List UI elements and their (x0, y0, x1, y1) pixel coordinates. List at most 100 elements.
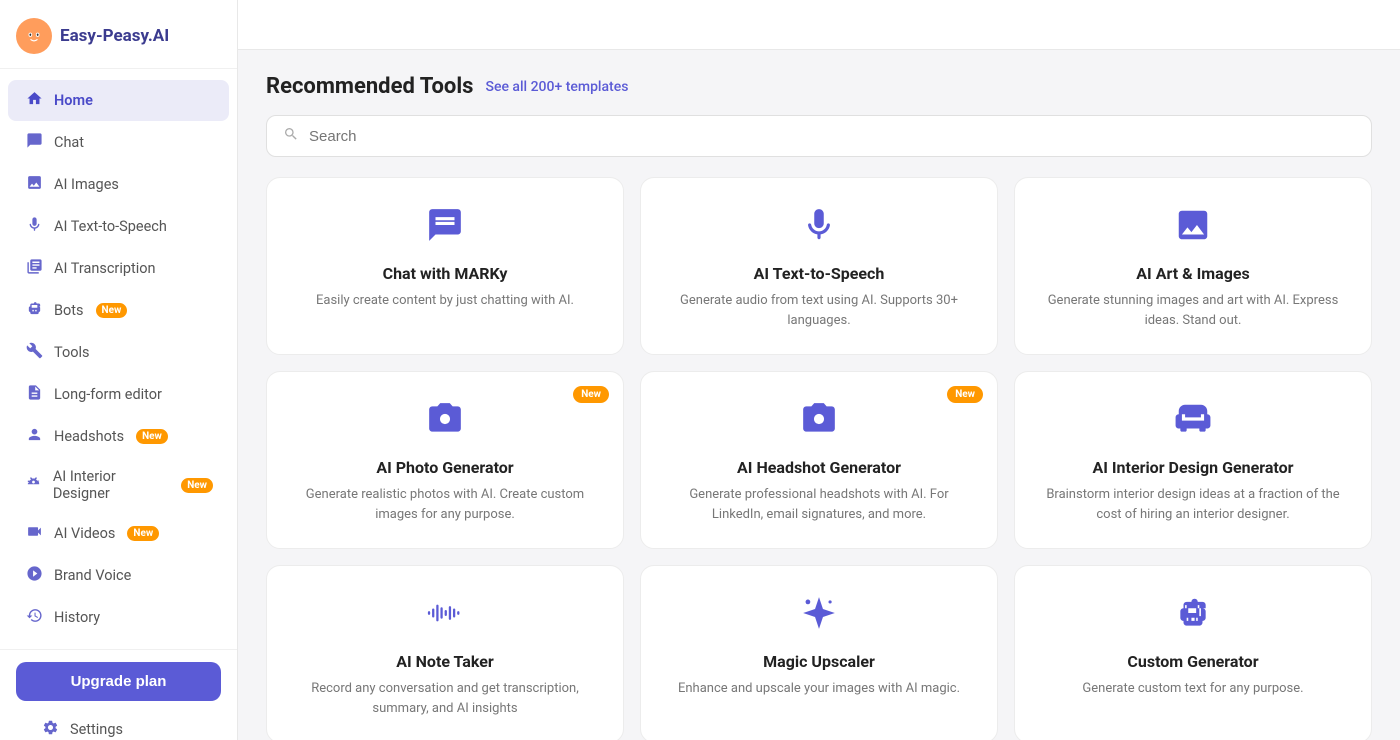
camera-2-icon (800, 400, 838, 446)
sidebar-item-ai-images[interactable]: AI Images (8, 164, 229, 205)
interior-badge: New (181, 478, 213, 493)
search-bar (266, 115, 1372, 157)
sidebar-item-headshots[interactable]: Headshots New (8, 416, 229, 457)
sidebar-item-tools[interactable]: Tools (8, 332, 229, 373)
tool-desc-magic-upscaler: Enhance and upscale your images with AI … (678, 679, 960, 699)
sidebar-label-brand-voice: Brand Voice (54, 567, 131, 584)
home-icon (24, 90, 44, 111)
sidebar-item-ai-videos[interactable]: AI Videos New (8, 513, 229, 554)
sidebar-label-bots: Bots (54, 302, 84, 319)
settings-icon (40, 719, 60, 740)
settings-label: Settings (70, 721, 123, 738)
tool-desc-custom-gen: Generate custom text for any purpose. (1082, 679, 1303, 699)
upgrade-button[interactable]: Upgrade plan (16, 662, 221, 701)
microphone-icon (800, 206, 838, 252)
tool-card-ai-headshot[interactable]: New AI Headshot Generator Generate profe… (640, 371, 998, 549)
tool-card-ai-note[interactable]: AI Note Taker Record any conversation an… (266, 565, 624, 740)
tool-title-ai-note: AI Note Taker (396, 652, 494, 671)
tool-card-custom-gen[interactable]: Custom Generator Generate custom text fo… (1014, 565, 1372, 740)
interior-icon (24, 475, 43, 496)
tool-desc-ai-note: Record any conversation and get transcri… (291, 679, 599, 718)
image-icon (24, 174, 44, 195)
chat-bubble-icon (426, 206, 464, 252)
search-icon (283, 126, 299, 146)
sidebar-item-history[interactable]: History (8, 597, 229, 638)
art-images-icon (1174, 206, 1212, 252)
tool-title-custom-gen: Custom Generator (1127, 652, 1258, 671)
search-input[interactable] (309, 128, 1355, 145)
tool-desc-ai-art: Generate stunning images and art with AI… (1039, 291, 1347, 330)
tool-desc-ai-photo: Generate realistic photos with AI. Creat… (291, 485, 599, 524)
tools-grid: Chat with MARKy Easily create content by… (266, 177, 1372, 740)
tool-title-ai-art: AI Art & Images (1136, 264, 1249, 283)
tool-desc-ai-headshot: Generate professional headshots with AI.… (665, 485, 973, 524)
tool-title-ai-headshot: AI Headshot Generator (737, 458, 901, 477)
main-content: Recommended Tools See all 200+ templates… (238, 0, 1400, 740)
section-title: Recommended Tools (266, 74, 473, 99)
sidebar-item-longform[interactable]: Long-form editor (8, 374, 229, 415)
sidebar-label-ai-images: AI Images (54, 176, 119, 193)
sidebar-label-tools: Tools (54, 344, 90, 361)
sofa-icon (1174, 400, 1212, 446)
sidebar-item-bots[interactable]: Bots New (8, 290, 229, 331)
sidebar-item-ai-tts[interactable]: AI Text-to-Speech (8, 206, 229, 247)
ai-headshot-badge: New (947, 386, 983, 403)
editor-icon (24, 384, 44, 405)
logo-text: Easy-Peasy.AI (60, 26, 169, 46)
bots-badge: New (96, 303, 128, 318)
tools-icon (24, 342, 44, 363)
logo-icon (16, 18, 52, 54)
tool-title-ai-photo: AI Photo Generator (376, 458, 513, 477)
tool-title-ai-tts: AI Text-to-Speech (754, 264, 885, 283)
tool-desc-ai-interior: Brainstorm interior design ideas at a fr… (1039, 485, 1347, 524)
ai-photo-badge: New (573, 386, 609, 403)
sparkles-icon (800, 594, 838, 640)
headshots-badge: New (136, 429, 168, 444)
sidebar-label-ai-transcription: AI Transcription (54, 260, 156, 277)
tool-card-ai-art[interactable]: AI Art & Images Generate stunning images… (1014, 177, 1372, 355)
sidebar-label-history: History (54, 609, 100, 626)
sidebar-item-ai-transcription[interactable]: AI Transcription (8, 248, 229, 289)
chat-icon (24, 132, 44, 153)
sidebar-label-headshots: Headshots (54, 428, 124, 445)
history-icon (24, 607, 44, 628)
brand-icon (24, 565, 44, 586)
sidebar-item-interior[interactable]: AI Interior Designer New (8, 458, 229, 512)
tool-card-ai-photo[interactable]: New AI Photo Generator Generate realisti… (266, 371, 624, 549)
tool-desc-chat-marky: Easily create content by just chatting w… (316, 291, 574, 311)
top-bar (238, 0, 1400, 50)
tool-card-ai-tts[interactable]: AI Text-to-Speech Generate audio from te… (640, 177, 998, 355)
robot-icon (1174, 594, 1212, 640)
see-all-link[interactable]: See all 200+ templates (485, 79, 628, 95)
tool-desc-ai-tts: Generate audio from text using AI. Suppo… (665, 291, 973, 330)
sidebar-label-interior: AI Interior Designer (53, 468, 169, 502)
tool-title-ai-interior: AI Interior Design Generator (1092, 458, 1293, 477)
camera-icon (426, 400, 464, 446)
transcription-icon (24, 258, 44, 279)
tool-card-chat-marky[interactable]: Chat with MARKy Easily create content by… (266, 177, 624, 355)
sidebar-item-chat[interactable]: Chat (8, 122, 229, 163)
ai-videos-badge: New (127, 526, 159, 541)
sidebar: Easy-Peasy.AI Home Chat AI Images (0, 0, 238, 740)
tool-card-magic-upscaler[interactable]: Magic Upscaler Enhance and upscale your … (640, 565, 998, 740)
bots-icon (24, 300, 44, 321)
tool-card-ai-interior[interactable]: AI Interior Design Generator Brainstorm … (1014, 371, 1372, 549)
sidebar-label-ai-videos: AI Videos (54, 525, 115, 542)
waveform-icon (426, 594, 464, 640)
headshots-icon (24, 426, 44, 447)
sidebar-bottom: Upgrade plan Settings Help & Support (0, 649, 237, 740)
sidebar-item-brand-voice[interactable]: Brand Voice (8, 555, 229, 596)
sidebar-label-home: Home (54, 92, 93, 109)
tool-title-magic-upscaler: Magic Upscaler (763, 652, 875, 671)
content-area: Recommended Tools See all 200+ templates… (238, 74, 1400, 740)
sidebar-label-ai-tts: AI Text-to-Speech (54, 218, 167, 235)
sidebar-label-chat: Chat (54, 134, 84, 151)
video-icon (24, 523, 44, 544)
mic-icon (24, 216, 44, 237)
sidebar-navigation: Home Chat AI Images AI Text-to-Speech (0, 69, 237, 649)
sidebar-item-home[interactable]: Home (8, 80, 229, 121)
sidebar-item-settings[interactable]: Settings (24, 709, 213, 740)
sidebar-label-longform: Long-form editor (54, 386, 162, 403)
section-header: Recommended Tools See all 200+ templates (266, 74, 1372, 99)
logo[interactable]: Easy-Peasy.AI (0, 0, 237, 69)
